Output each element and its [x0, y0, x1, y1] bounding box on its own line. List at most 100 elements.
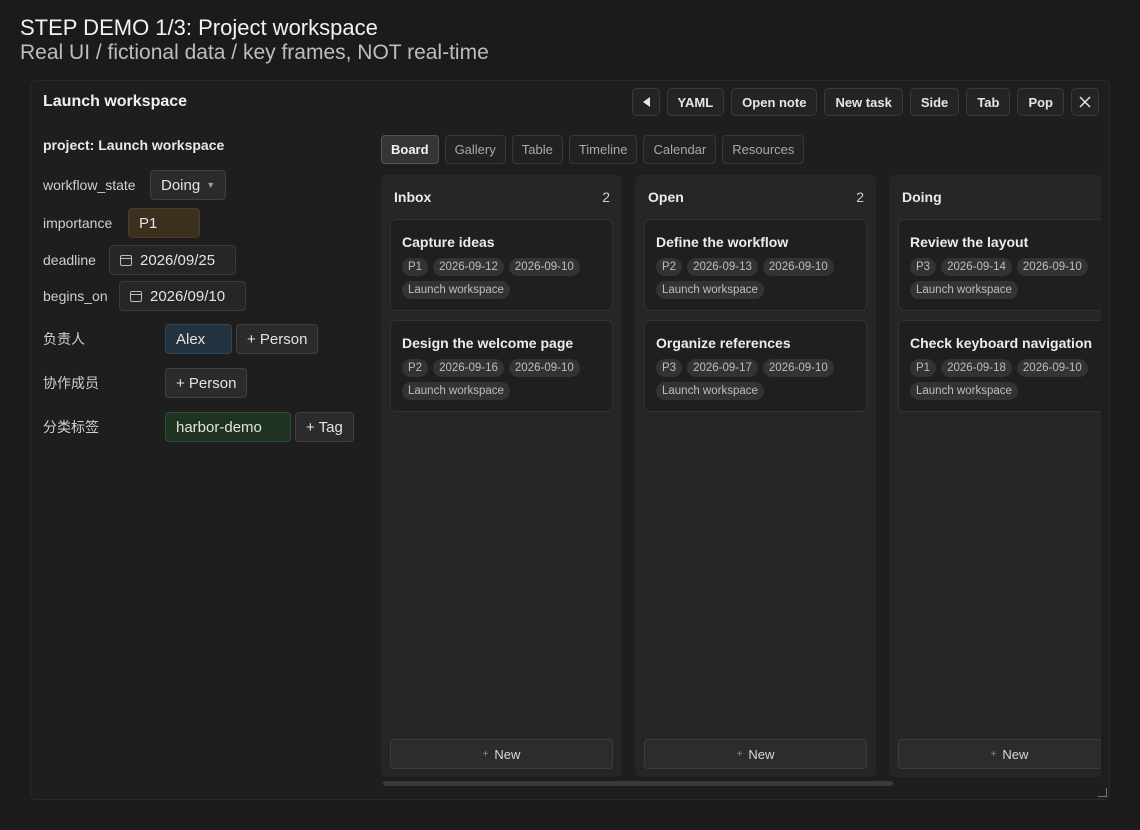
- tab-board[interactable]: Board: [381, 135, 439, 164]
- side-button[interactable]: Side: [909, 88, 960, 116]
- priority-chip: P3: [910, 258, 937, 276]
- card-chips: P2 2026-09-13 2026-09-10 Launch workspac…: [656, 258, 871, 299]
- begins-on-label: begins_on: [43, 288, 108, 304]
- card-title: Review the layout: [910, 234, 1029, 250]
- banner-title: STEP DEMO 1/3: Project workspace: [20, 15, 378, 40]
- start-date-chip: 2026-09-10: [1016, 359, 1088, 377]
- task-card[interactable]: Define the workflow P2 2026-09-13 2026-0…: [644, 219, 867, 311]
- project-chip: Launch workspace: [402, 382, 510, 400]
- deadline-value: 2026/09/25: [140, 251, 216, 269]
- due-date-chip: 2026-09-16: [433, 359, 504, 377]
- due-date-chip: 2026-09-14: [941, 258, 1012, 276]
- open-note-button[interactable]: Open note: [731, 88, 818, 116]
- new-card-label: New: [748, 746, 775, 762]
- banner-subtitle: Real UI / fictional data / key frames, N…: [20, 41, 489, 64]
- task-card[interactable]: Design the welcome page P2 2026-09-16 20…: [390, 320, 613, 412]
- card-title: Check keyboard navigation: [910, 335, 1093, 351]
- column-title: Inbox: [394, 189, 432, 205]
- kanban-board: Inbox 2 Capture ideas P1 2026-09-12 2026…: [381, 175, 1101, 777]
- tab-table[interactable]: Table: [511, 135, 563, 164]
- window-title: Launch workspace: [43, 93, 188, 110]
- tags-row: 分类标签 harbor-demo + Tag: [43, 412, 354, 442]
- project-chip: Launch workspace: [910, 382, 1018, 400]
- start-date-chip: 2026-09-10: [508, 258, 580, 276]
- workflow-state-row: workflow_state Doing ▼: [43, 170, 227, 200]
- collaborators-row: 协作成员 + Person: [43, 368, 248, 398]
- importance-value: P1: [139, 214, 158, 232]
- card-chips: P1 2026-09-18 2026-09-10 Launch workspac…: [910, 359, 1101, 400]
- due-date-chip: 2026-09-17: [687, 359, 758, 377]
- toolbar: YAML Open note New task Side Tab Pop: [631, 88, 1099, 116]
- new-task-button[interactable]: New task: [824, 88, 903, 116]
- resize-handle[interactable]: [1098, 788, 1107, 797]
- owner-chip[interactable]: Alex: [165, 324, 232, 354]
- view-tabs: Board Gallery Table Timeline Calendar Re…: [381, 135, 805, 164]
- plus-icon: +: [482, 748, 489, 760]
- tab-resources[interactable]: Resources: [722, 135, 805, 164]
- card-chips: P2 2026-09-16 2026-09-10 Launch workspac…: [402, 359, 617, 400]
- properties-panel: project: Launch workspace workflow_state…: [43, 137, 373, 442]
- tab-timeline[interactable]: Timeline: [568, 135, 638, 164]
- triangle-left-icon: [642, 97, 650, 107]
- add-collaborator-button[interactable]: + Person: [165, 368, 248, 398]
- card-title: Design the welcome page: [402, 335, 574, 351]
- collaborators-label: 协作成员: [43, 375, 99, 391]
- start-date-chip: 2026-09-10: [762, 359, 834, 377]
- card-chips: P3 2026-09-17 2026-09-10 Launch workspac…: [656, 359, 871, 400]
- begins-on-date-input[interactable]: 2026/09/10: [119, 281, 246, 311]
- deadline-label: deadline: [43, 252, 96, 268]
- start-date-chip: 2026-09-10: [508, 359, 580, 377]
- column-title: Open: [648, 189, 684, 205]
- board-column-doing: Doing Review the layout P3 2026-09-14 20…: [889, 175, 1101, 777]
- priority-chip: P2: [656, 258, 683, 276]
- plus-icon: +: [990, 748, 997, 760]
- card-chips: P3 2026-09-14 2026-09-10 Launch workspac…: [910, 258, 1101, 299]
- demo-banner: STEP DEMO 1/3: Project workspace Real UI…: [20, 15, 489, 65]
- collapse-button[interactable]: [631, 88, 660, 116]
- workflow-state-label: workflow_state: [43, 177, 136, 193]
- importance-badge[interactable]: P1: [128, 208, 200, 238]
- task-card[interactable]: Check keyboard navigation P1 2026-09-18 …: [898, 320, 1101, 412]
- tab-calendar[interactable]: Calendar: [643, 135, 717, 164]
- task-card[interactable]: Organize references P3 2026-09-17 2026-0…: [644, 320, 867, 412]
- close-icon: [1079, 96, 1091, 108]
- pop-button[interactable]: Pop: [1017, 88, 1064, 116]
- owner-value: Alex: [176, 330, 206, 348]
- start-date-chip: 2026-09-10: [762, 258, 834, 276]
- new-card-button[interactable]: + New: [898, 739, 1101, 769]
- deadline-date-input[interactable]: 2026/09/25: [109, 245, 236, 275]
- add-owner-button[interactable]: + Person: [236, 324, 319, 354]
- owner-row: 负责人 Alex + Person: [43, 324, 319, 354]
- workflow-state-select[interactable]: Doing ▼: [150, 170, 227, 200]
- new-card-label: New: [1002, 746, 1029, 762]
- tag-chip[interactable]: harbor-demo: [165, 412, 291, 442]
- new-card-button[interactable]: + New: [644, 739, 867, 769]
- project-chip: Launch workspace: [910, 281, 1018, 299]
- tab-gallery[interactable]: Gallery: [444, 135, 506, 164]
- column-count: 2: [602, 189, 610, 205]
- calendar-icon: [120, 254, 132, 266]
- card-chips: P1 2026-09-12 2026-09-10 Launch workspac…: [402, 258, 617, 299]
- add-tag-button[interactable]: + Tag: [295, 412, 354, 442]
- due-date-chip: 2026-09-18: [941, 359, 1012, 377]
- deadline-row: deadline 2026/09/25: [43, 245, 236, 275]
- due-date-chip: 2026-09-13: [687, 258, 758, 276]
- priority-chip: P1: [910, 359, 937, 377]
- start-date-chip: 2026-09-10: [1016, 258, 1088, 276]
- tag-value: harbor-demo: [176, 418, 262, 436]
- priority-chip: P1: [402, 258, 429, 276]
- project-chip: Launch workspace: [402, 281, 510, 299]
- board-column-inbox: Inbox 2 Capture ideas P1 2026-09-12 2026…: [381, 175, 622, 777]
- tab-button[interactable]: Tab: [966, 88, 1011, 116]
- task-card[interactable]: Capture ideas P1 2026-09-12 2026-09-10 L…: [390, 219, 613, 311]
- calendar-icon: [130, 290, 142, 302]
- task-card[interactable]: Review the layout P3 2026-09-14 2026-09-…: [898, 219, 1101, 311]
- plus-icon: +: [736, 748, 743, 760]
- begins-on-row: begins_on 2026/09/10: [43, 281, 246, 311]
- close-button[interactable]: [1071, 88, 1099, 116]
- due-date-chip: 2026-09-12: [433, 258, 504, 276]
- new-card-button[interactable]: + New: [390, 739, 613, 769]
- importance-label: importance: [43, 215, 113, 231]
- yaml-button[interactable]: YAML: [666, 88, 725, 116]
- board-horizontal-scrollbar[interactable]: [383, 781, 893, 786]
